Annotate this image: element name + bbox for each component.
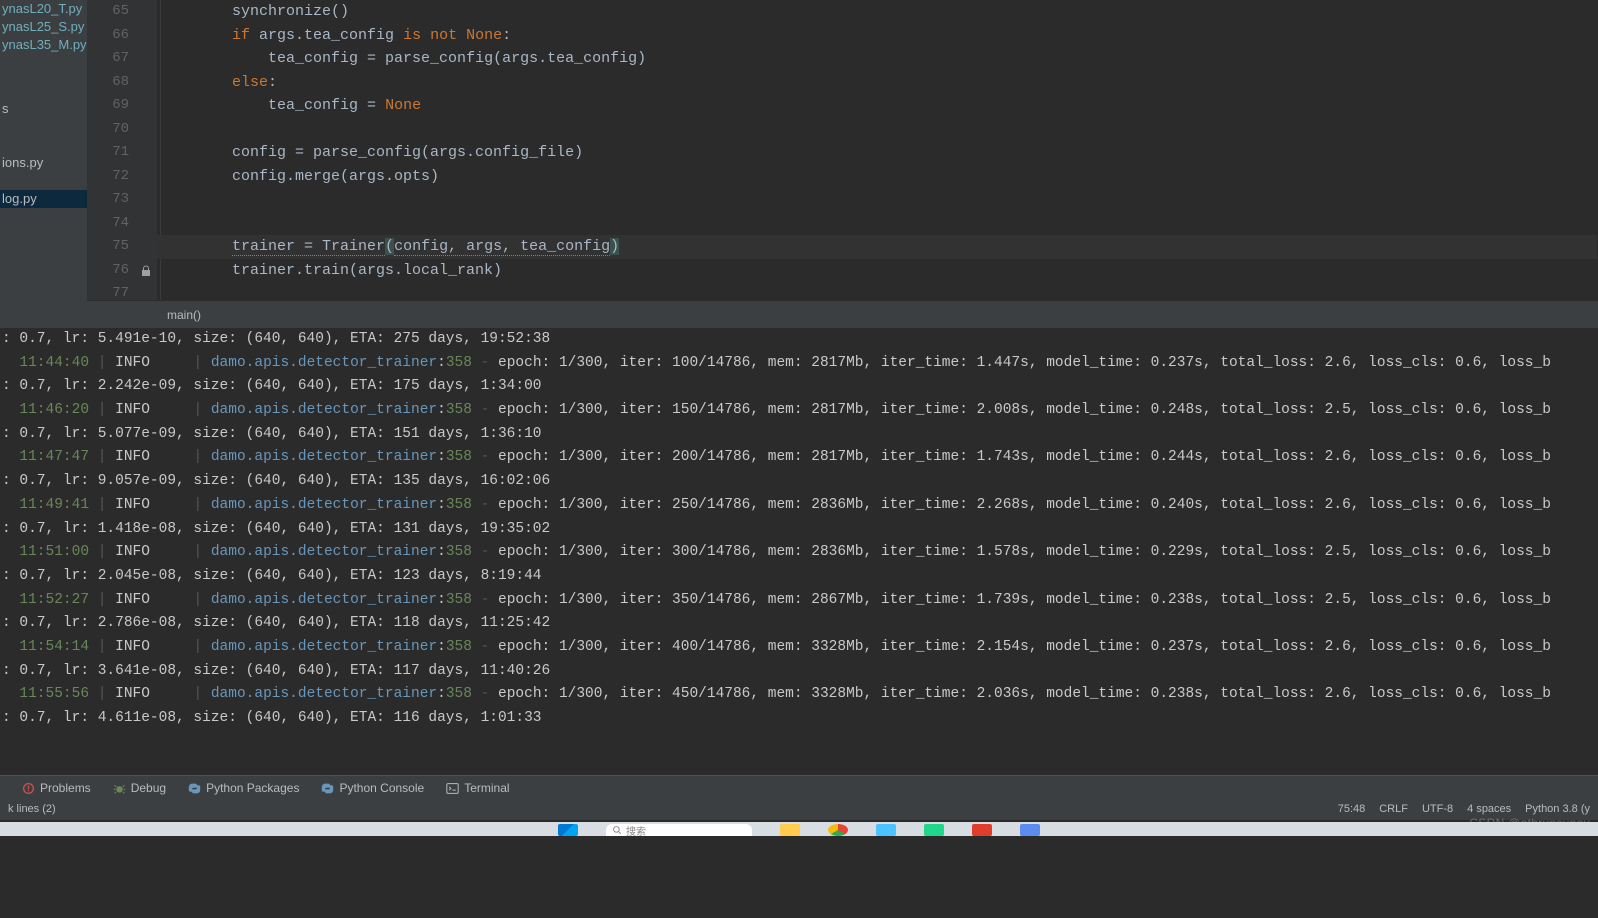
os-taskbar[interactable]: 搜索 xyxy=(0,822,1598,836)
tool-window-bar: Problems Debug Python Packages Python Co… xyxy=(0,775,1598,800)
tab-terminal[interactable]: Terminal xyxy=(446,781,509,795)
status-message: k lines (2) xyxy=(0,799,56,820)
tree-file[interactable]: ynasL25_S.py xyxy=(0,18,87,36)
tree-file[interactable]: ions.py xyxy=(0,154,87,172)
code-line[interactable] xyxy=(157,212,160,236)
terminal-line: : 0.7, lr: 1.418e-08, size: (640, 640), … xyxy=(0,518,1598,542)
app-icon[interactable] xyxy=(1020,824,1040,836)
breadcrumb-item[interactable]: main() xyxy=(167,308,201,322)
terminal-line: : 0.7, lr: 9.057e-09, size: (640, 640), … xyxy=(0,470,1598,494)
terminal-line: 11:49:41 | INFO | damo.apis.detector_tra… xyxy=(0,494,1598,518)
terminal-line: 11:44:40 | INFO | damo.apis.detector_tra… xyxy=(0,352,1598,376)
code-line[interactable] xyxy=(157,118,160,142)
code-line[interactable]: synchronize() xyxy=(157,0,349,24)
status-bar: k lines (2) 75:48 CRLF UTF-8 4 spaces Py… xyxy=(0,799,1598,820)
bug-icon xyxy=(113,782,126,795)
terminal-line: : 0.7, lr: 5.077e-09, size: (640, 640), … xyxy=(0,423,1598,447)
terminal-line: : 0.7, lr: 4.611e-08, size: (640, 640), … xyxy=(0,707,1598,731)
status-line-separator[interactable]: CRLF xyxy=(1379,799,1408,820)
run-output[interactable]: : 0.7, lr: 5.491e-10, size: (640, 640), … xyxy=(0,328,1598,775)
status-caret[interactable]: 75:48 xyxy=(1338,799,1366,820)
code-line[interactable]: tea_config = parse_config(args.tea_confi… xyxy=(157,47,646,71)
python-icon xyxy=(188,782,201,795)
terminal-line: : 0.7, lr: 2.786e-08, size: (640, 640), … xyxy=(0,612,1598,636)
terminal-line: 11:46:20 | INFO | damo.apis.detector_tra… xyxy=(0,399,1598,423)
terminal-line: 11:52:27 | INFO | damo.apis.detector_tra… xyxy=(0,589,1598,613)
terminal-line: 11:55:56 | INFO | damo.apis.detector_tra… xyxy=(0,683,1598,707)
line-number-gutter: 65666768697071727374757677 xyxy=(87,0,137,300)
terminal-line: : 0.7, lr: 5.491e-10, size: (640, 640), … xyxy=(0,328,1598,352)
tree-file[interactable]: s xyxy=(0,100,87,118)
code-line[interactable]: config = parse_config(args.config_file) xyxy=(157,141,583,165)
explorer-icon[interactable] xyxy=(780,824,800,836)
app-icon[interactable] xyxy=(876,824,896,836)
code-line[interactable] xyxy=(157,188,160,212)
search-icon xyxy=(612,825,622,835)
warning-icon xyxy=(22,782,35,795)
code-editor[interactable]: 65666768697071727374757677 synchronize()… xyxy=(87,0,1598,300)
code-line[interactable]: trainer.train(args.local_rank) xyxy=(157,259,502,283)
lock-icon xyxy=(140,265,152,277)
gutter-icons xyxy=(137,0,157,300)
status-encoding[interactable]: UTF-8 xyxy=(1422,799,1453,820)
terminal-line: : 0.7, lr: 2.045e-08, size: (640, 640), … xyxy=(0,565,1598,589)
code-area[interactable]: synchronize() if args.tea_config is not … xyxy=(157,0,1597,300)
tab-python-console[interactable]: Python Console xyxy=(321,781,424,795)
code-line[interactable]: if args.tea_config is not None: xyxy=(157,24,511,48)
terminal-line: 11:54:14 | INFO | damo.apis.detector_tra… xyxy=(0,636,1598,660)
app-icon[interactable] xyxy=(972,824,992,836)
tree-file[interactable]: ynasL35_M.py xyxy=(0,36,87,54)
breadcrumb[interactable]: main() xyxy=(87,300,1598,329)
code-line[interactable]: tea_config = None xyxy=(157,94,421,118)
chrome-icon[interactable] xyxy=(828,824,848,836)
terminal-line: 11:47:47 | INFO | damo.apis.detector_tra… xyxy=(0,446,1598,470)
tree-file[interactable]: ynasL20_T.py xyxy=(0,0,87,18)
project-tree[interactable]: ynasL20_T.py ynasL25_S.py ynasL35_M.py s… xyxy=(0,0,87,328)
python-icon xyxy=(321,782,334,795)
terminal-line: : 0.7, lr: 3.641e-08, size: (640, 640), … xyxy=(0,660,1598,684)
code-line[interactable]: config.merge(args.opts) xyxy=(157,165,439,189)
tab-python-packages[interactable]: Python Packages xyxy=(188,781,299,795)
start-icon[interactable] xyxy=(558,824,578,836)
terminal-line: 11:51:00 | INFO | damo.apis.detector_tra… xyxy=(0,541,1598,565)
code-line[interactable]: trainer = Trainer(config, args, tea_conf… xyxy=(157,235,619,259)
tab-debug[interactable]: Debug xyxy=(113,781,166,795)
terminal-line: : 0.7, lr: 2.242e-09, size: (640, 640), … xyxy=(0,375,1598,399)
taskbar-search[interactable]: 搜索 xyxy=(606,824,752,836)
code-line[interactable]: else: xyxy=(157,71,277,95)
terminal-icon xyxy=(446,782,459,795)
tab-problems[interactable]: Problems xyxy=(22,781,91,795)
pycharm-icon[interactable] xyxy=(924,824,944,836)
tree-file-selected[interactable]: log.py xyxy=(0,190,87,208)
